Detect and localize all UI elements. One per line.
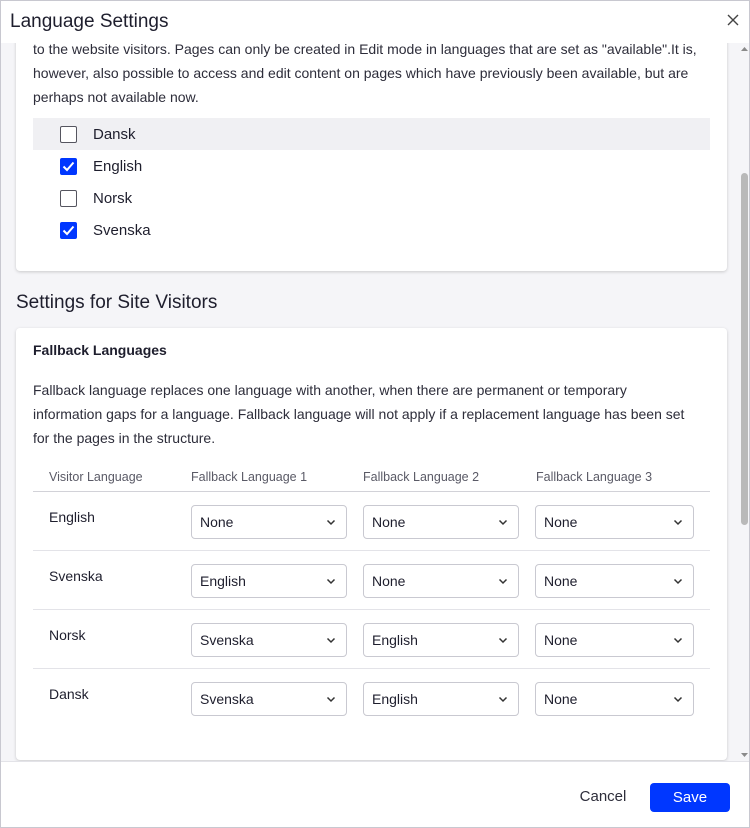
fallback-select-3[interactable]: None bbox=[535, 505, 694, 539]
chevron-down-icon bbox=[673, 637, 683, 644]
chevron-down-icon bbox=[673, 519, 683, 526]
fallback-select-2[interactable]: English bbox=[363, 623, 519, 657]
language-option-norsk[interactable]: Norsk bbox=[33, 182, 710, 214]
fallback-languages-card: Fallback Languages Fallback language rep… bbox=[16, 328, 727, 760]
language-label: Dansk bbox=[93, 125, 136, 143]
chevron-down-icon bbox=[498, 696, 508, 703]
fallback-select-1[interactable]: Svenska bbox=[191, 682, 347, 716]
select-value: Svenska bbox=[200, 691, 254, 707]
fallback-select-1[interactable]: None bbox=[191, 505, 347, 539]
fallback-select-2[interactable]: None bbox=[363, 505, 519, 539]
language-label: English bbox=[93, 157, 143, 175]
column-header: Fallback Language 3 bbox=[536, 470, 653, 484]
fallback-description: Fallback language replaces one language … bbox=[33, 382, 685, 446]
fallback-table: Visitor Language Fallback Language 1 Fal… bbox=[33, 466, 710, 728]
select-value: None bbox=[544, 573, 578, 589]
select-value: None bbox=[200, 514, 234, 530]
column-header: Fallback Language 2 bbox=[363, 470, 480, 484]
dialog-body: to the website visitors. Pages can only … bbox=[1, 43, 749, 761]
fallback-select-2[interactable]: None bbox=[363, 564, 519, 598]
column-header: Fallback Language 1 bbox=[191, 470, 308, 484]
language-label: Svenska bbox=[93, 221, 151, 239]
close-icon bbox=[727, 14, 739, 26]
language-settings-dialog: Language Settings to the website visitor… bbox=[0, 0, 750, 828]
table-row: English None None None bbox=[33, 492, 710, 551]
language-option-svenska[interactable]: Svenska bbox=[33, 214, 710, 246]
column-header: Visitor Language bbox=[49, 470, 143, 484]
language-checkbox-list: Dansk English Norsk Svenska bbox=[33, 118, 710, 246]
chevron-down-icon bbox=[326, 578, 336, 585]
table-row: Svenska English None None bbox=[33, 551, 710, 610]
fallback-select-3[interactable]: None bbox=[535, 623, 694, 657]
chevron-down-icon bbox=[673, 696, 683, 703]
dialog-header: Language Settings bbox=[1, 1, 749, 43]
scroll-up-arrow-icon[interactable] bbox=[740, 45, 749, 53]
select-value: None bbox=[372, 514, 406, 530]
scroll-down-arrow-icon[interactable] bbox=[740, 751, 749, 759]
cancel-button[interactable]: Cancel bbox=[563, 785, 643, 809]
checkbox[interactable] bbox=[60, 157, 77, 175]
table-row: Dansk Svenska English None bbox=[33, 669, 710, 728]
select-value: English bbox=[200, 573, 246, 589]
checkbox[interactable] bbox=[60, 125, 77, 143]
chevron-down-icon bbox=[498, 578, 508, 585]
visitor-language: Norsk bbox=[49, 627, 86, 643]
chevron-down-icon bbox=[498, 637, 508, 644]
section-title: Settings for Site Visitors bbox=[16, 292, 218, 313]
visitor-language: Dansk bbox=[49, 686, 89, 702]
fallback-select-1[interactable]: English bbox=[191, 564, 347, 598]
select-value: None bbox=[544, 632, 578, 648]
fallback-select-2[interactable]: English bbox=[363, 682, 519, 716]
chevron-down-icon bbox=[326, 637, 336, 644]
chevron-down-icon bbox=[673, 578, 683, 585]
checkmark-icon bbox=[62, 161, 75, 171]
fallback-title: Fallback Languages bbox=[33, 342, 167, 358]
select-value: None bbox=[544, 691, 578, 707]
fallback-select-1[interactable]: Svenska bbox=[191, 623, 347, 657]
checkbox[interactable] bbox=[60, 221, 77, 239]
close-button[interactable] bbox=[723, 10, 743, 30]
table-row: Norsk Svenska English None bbox=[33, 610, 710, 669]
select-value: English bbox=[372, 691, 418, 707]
scrollbar-thumb[interactable] bbox=[741, 173, 748, 525]
dialog-title: Language Settings bbox=[10, 11, 169, 32]
language-option-dansk[interactable]: Dansk bbox=[33, 118, 710, 150]
fallback-select-3[interactable]: None bbox=[535, 682, 694, 716]
select-value: English bbox=[372, 632, 418, 648]
visitor-language: English bbox=[49, 509, 95, 525]
checkbox[interactable] bbox=[60, 189, 77, 207]
language-option-english[interactable]: English bbox=[33, 150, 710, 182]
select-value: Svenska bbox=[200, 632, 254, 648]
table-header: Visitor Language Fallback Language 1 Fal… bbox=[33, 466, 710, 492]
dialog-footer: Cancel Save bbox=[1, 761, 749, 827]
language-label: Norsk bbox=[93, 189, 133, 207]
chevron-down-icon bbox=[498, 519, 508, 526]
availability-intro-text: to the website visitors. Pages can only … bbox=[33, 43, 697, 105]
visitor-language: Svenska bbox=[49, 568, 103, 584]
save-button[interactable]: Save bbox=[650, 783, 730, 812]
fallback-select-3[interactable]: None bbox=[535, 564, 694, 598]
select-value: None bbox=[544, 514, 578, 530]
chevron-down-icon bbox=[326, 696, 336, 703]
chevron-down-icon bbox=[326, 519, 336, 526]
checkmark-icon bbox=[62, 225, 75, 235]
select-value: None bbox=[372, 573, 406, 589]
